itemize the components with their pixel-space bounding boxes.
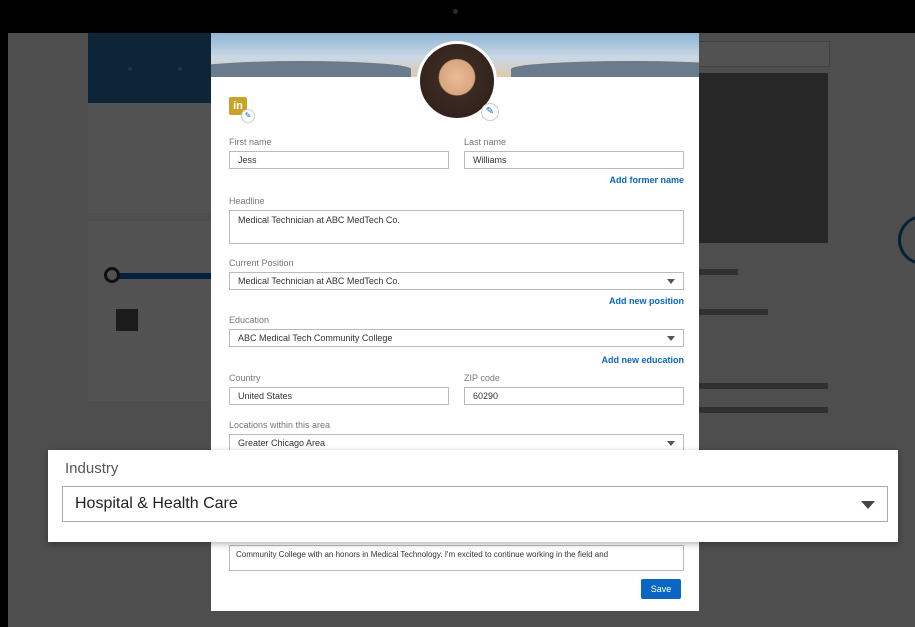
chevron-down-icon (667, 336, 675, 341)
locations-label: Locations within this area (229, 420, 331, 430)
save-button[interactable]: Save (641, 579, 681, 599)
country-label: Country (229, 373, 261, 383)
current-position-value: Medical Technician at ABC MedTech Co. (238, 276, 400, 286)
first-name-field[interactable]: Jess (229, 151, 449, 169)
pencil-icon[interactable]: ✎ (241, 109, 255, 123)
industry-value: Hospital & Health Care (75, 495, 238, 512)
industry-label: Industry (65, 460, 119, 477)
industry-callout: Industry Hospital & Health Care (48, 450, 898, 542)
locations-value: Greater Chicago Area (238, 438, 326, 448)
camera-dot (453, 9, 458, 14)
education-value: ABC Medical Tech Community College (238, 333, 393, 343)
chevron-down-icon[interactable] (861, 501, 875, 509)
education-select[interactable]: ABC Medical Tech Community College (229, 329, 684, 347)
chevron-down-icon (667, 279, 675, 284)
headline-label: Headline (229, 196, 265, 206)
last-name-field[interactable]: Williams (464, 151, 684, 169)
education-label: Education (229, 315, 270, 325)
current-position-label: Current Position (229, 258, 294, 268)
headline-field[interactable]: Medical Technician at ABC MedTech Co. (229, 210, 684, 244)
chevron-down-icon (667, 441, 675, 446)
add-new-position-link[interactable]: Add new position (564, 296, 684, 306)
industry-select[interactable]: Hospital & Health Care (62, 486, 888, 522)
device-bezel (0, 0, 915, 33)
add-new-education-link[interactable]: Add new education (564, 355, 684, 365)
first-name-label: First name (229, 137, 272, 147)
pencil-icon[interactable]: ✎ (481, 103, 499, 121)
country-field[interactable]: United States (229, 387, 449, 405)
zip-code-field[interactable]: 60290 (464, 387, 684, 405)
last-name-label: Last name (464, 137, 507, 147)
summary-field[interactable]: Community College with an honors in Medi… (229, 545, 684, 571)
current-position-select[interactable]: Medical Technician at ABC MedTech Co. (229, 272, 684, 290)
add-former-name-link[interactable]: Add former name (564, 175, 684, 185)
zip-code-label: ZIP code (464, 373, 500, 383)
